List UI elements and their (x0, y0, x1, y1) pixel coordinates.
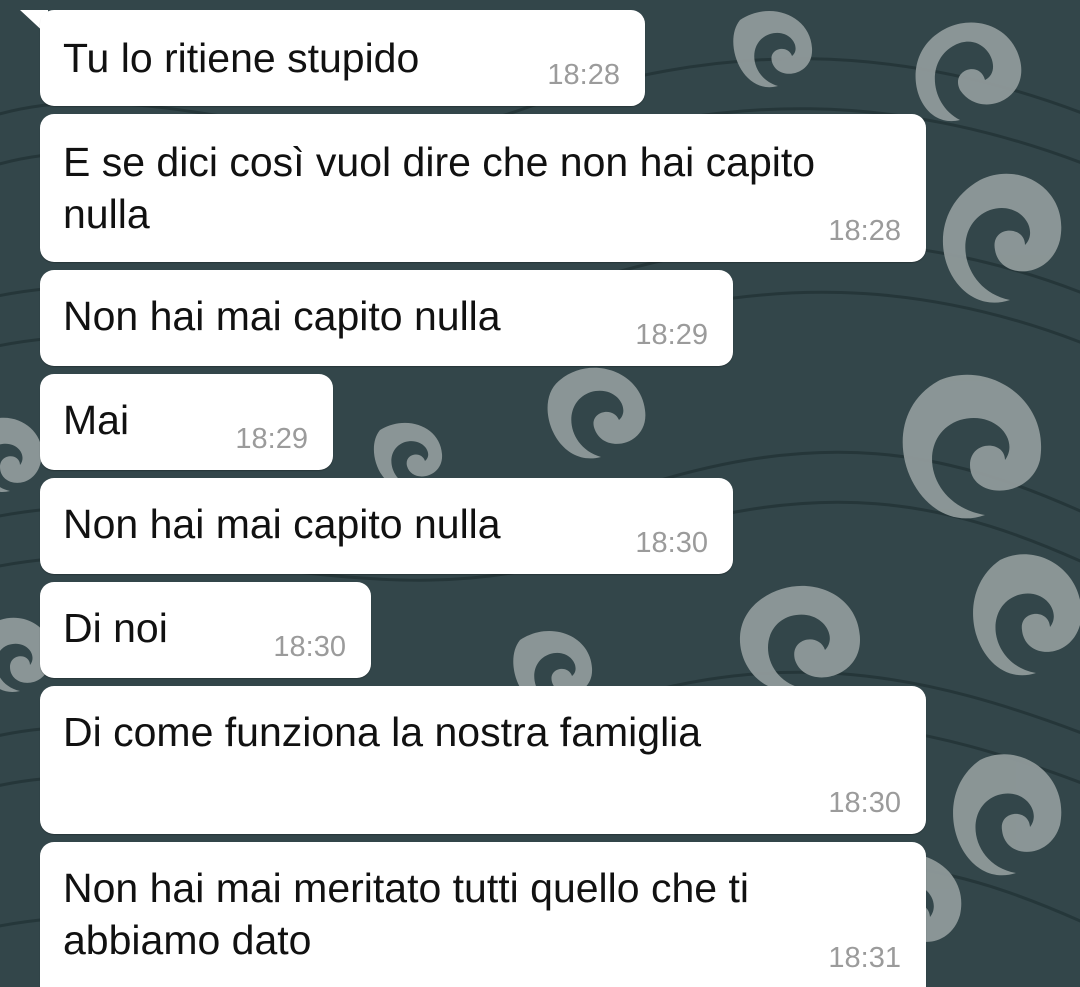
message-text: Non hai mai capito nulla (63, 293, 501, 339)
message-time: 18:30 (828, 787, 901, 819)
message-time: 18:30 (635, 527, 708, 559)
message-bubble[interactable]: Non hai mai meritato tutti quello che ti… (40, 842, 926, 987)
message-time: 18:31 (828, 942, 901, 974)
message-bubble[interactable]: E se dici così vuol dire che non hai cap… (40, 114, 926, 262)
message-bubble[interactable]: Di noi 18:30 (40, 582, 371, 678)
message-bubble[interactable]: Mai 18:29 (40, 374, 333, 470)
message-text: Non hai mai capito nulla (63, 501, 501, 547)
message-bubble[interactable]: Non hai mai capito nulla 18:29 (40, 270, 733, 366)
message-bubble[interactable]: Tu lo ritiene stupido 18:28 (40, 10, 645, 106)
message-bubble[interactable]: Non hai mai capito nulla 18:30 (40, 478, 733, 574)
message-text: Non hai mai meritato tutti quello che ti… (63, 865, 749, 963)
message-text: Tu lo ritiene stupido (63, 35, 420, 81)
message-text: E se dici così vuol dire che non hai cap… (63, 139, 816, 237)
message-text: Di noi (63, 605, 168, 651)
message-time: 18:28 (828, 215, 901, 247)
message-time: 18:28 (547, 59, 620, 91)
message-text: Di come funziona la nostra famiglia (63, 709, 702, 755)
chat-message-list[interactable]: Tu lo ritiene stupido 18:28 E se dici co… (0, 0, 1080, 987)
message-time: 18:30 (273, 631, 346, 663)
message-text: Mai (63, 397, 130, 443)
message-bubble[interactable]: Di come funziona la nostra famiglia 18:3… (40, 686, 926, 834)
message-time: 18:29 (235, 423, 308, 455)
message-time: 18:29 (635, 319, 708, 351)
